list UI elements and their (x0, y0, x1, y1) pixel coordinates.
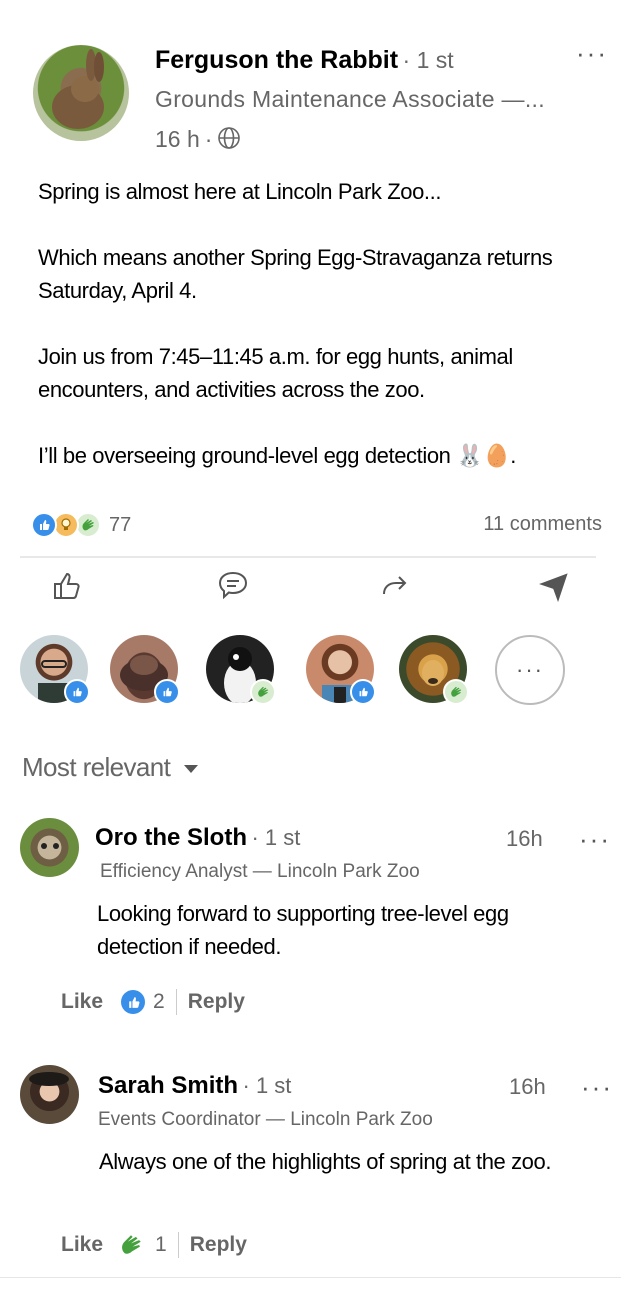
celebrate-reaction-icon (117, 1231, 145, 1259)
comment-header: Oro the Sloth · 1 st (95, 824, 300, 852)
commenter-title: Efficiency Analyst — Lincoln Park Zoo (100, 861, 420, 882)
repost-action-button[interactable] (378, 570, 412, 607)
footer-divider (177, 1232, 179, 1258)
comment-actions: Like 2 Reply (61, 989, 245, 1015)
rabbit-photo (52, 49, 104, 129)
post-time: 16 h (155, 125, 200, 152)
post-paragraph: I’ll be overseeing ground-level egg dete… (38, 443, 516, 468)
reaction-summary[interactable]: 77 (31, 512, 131, 538)
like-action-button[interactable] (50, 570, 84, 607)
comment-icon (218, 571, 248, 600)
comment-reaction-count: 1 (155, 1233, 167, 1256)
caret-down-icon (184, 764, 199, 773)
author-avatar[interactable] (33, 45, 129, 141)
comment-more-button[interactable]: ··· (579, 826, 611, 852)
separator-dot: · (204, 125, 213, 152)
reaction-count: 77 (109, 513, 132, 536)
like-reaction-icon (31, 512, 57, 538)
divider (20, 556, 596, 558)
post-body: Spring is almost here at Lincoln Park Zo… (38, 175, 598, 505)
connection-degree: · 1 st (402, 47, 454, 73)
post-paragraph: Spring is almost here at Lincoln Park Zo… (38, 179, 442, 204)
like-badge-icon (154, 679, 180, 705)
share-arrow-icon (383, 576, 407, 595)
reactor-avatar[interactable] (399, 635, 469, 705)
commenter-avatar[interactable] (20, 818, 79, 877)
connection-degree: · 1 st (242, 1073, 292, 1098)
post-more-button[interactable]: ··· (576, 40, 608, 66)
connection-degree: · 1 st (251, 825, 301, 850)
comment-more-button[interactable]: ··· (581, 1074, 613, 1100)
comment-reply-button[interactable]: Reply (190, 1233, 247, 1257)
post-paragraph: Join us from 7:45–11:45 a.m. for egg hun… (38, 344, 513, 402)
commenter-name[interactable]: Sarah Smith (98, 1072, 238, 1099)
comment-like-button[interactable]: Like (61, 990, 103, 1014)
commenter-title: Events Coordinator — Lincoln Park Zoo (98, 1109, 433, 1130)
more-reactors-button[interactable]: ··· (495, 635, 565, 705)
comment-header: Sarah Smith · 1 st (98, 1072, 291, 1100)
reactor-avatar[interactable] (110, 635, 180, 705)
comment-text: Always one of the highlights of spring a… (99, 1149, 552, 1174)
comment-action-button[interactable] (216, 570, 250, 607)
author-name-row: Ferguson the Rabbit · 1 st (155, 46, 454, 75)
reactor-avatar[interactable] (306, 635, 376, 705)
comment-reaction-count: 2 (153, 990, 165, 1013)
celebrate-badge-icon (250, 679, 276, 705)
celebrate-badge-icon (443, 679, 469, 705)
reactor-avatar[interactable] (20, 635, 90, 705)
sort-dropdown[interactable]: Most relevant (22, 752, 202, 783)
comments-count[interactable]: 11 comments (483, 513, 602, 536)
bottom-divider (0, 1277, 621, 1278)
comment-reply-button[interactable]: Reply (188, 990, 245, 1014)
comment-time: 16h (509, 1074, 546, 1099)
sort-label: Most relevant (22, 752, 171, 782)
like-reaction-icon (121, 990, 146, 1014)
comment-actions: Like 1 Reply (61, 1231, 247, 1259)
commenter-name[interactable]: Oro the Sloth (95, 824, 247, 851)
footer-divider (175, 989, 177, 1015)
like-badge-icon (64, 679, 90, 705)
commenter-avatar[interactable] (20, 1065, 79, 1124)
author-name[interactable]: Ferguson the Rabbit (155, 46, 398, 74)
send-icon (539, 573, 568, 603)
globe-icon (217, 122, 241, 156)
thumbs-up-icon (54, 572, 80, 599)
like-badge-icon (350, 679, 376, 705)
more-dots-label: ··· (516, 657, 544, 682)
comment-text: Looking forward to supporting tree-level… (97, 901, 509, 959)
comment-like-button[interactable]: Like (61, 1233, 103, 1257)
author-headline: Grounds Maintenance Associate —... (155, 86, 545, 112)
post-time-row: 16 h · (155, 122, 241, 156)
comment-time: 16h (506, 826, 543, 851)
post-paragraph: Which means another Spring Egg-Stravagan… (38, 245, 553, 303)
send-action-button[interactable] (538, 570, 572, 607)
reactor-avatar[interactable] (206, 635, 276, 705)
